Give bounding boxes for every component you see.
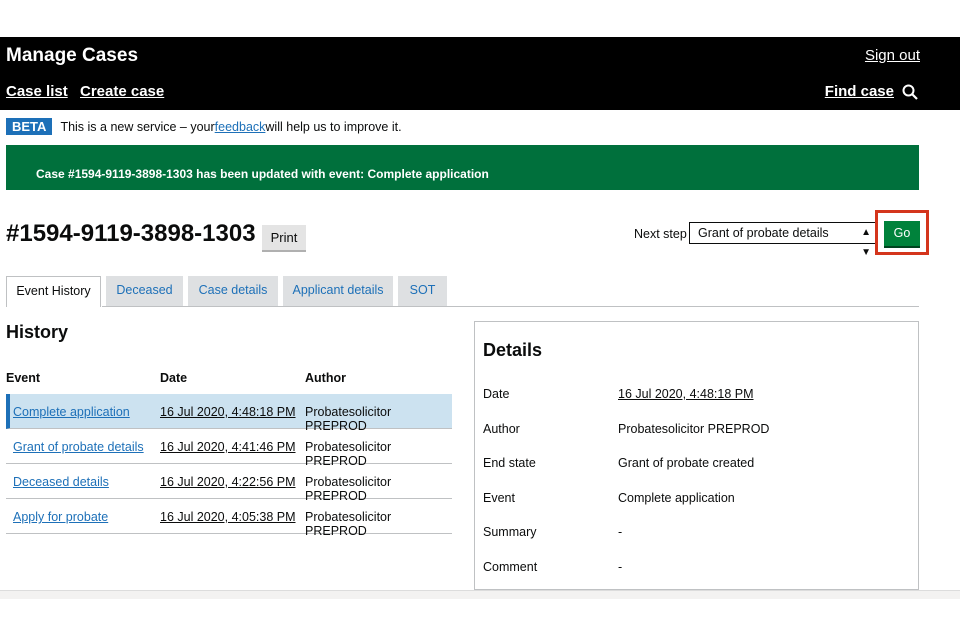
detail-value-summary: -	[618, 525, 623, 539]
next-step-label: Next step	[634, 227, 687, 241]
detail-label-summary: Summary	[483, 525, 537, 539]
print-button[interactable]: Print	[262, 225, 306, 252]
col-author: Author	[305, 371, 346, 385]
table-row[interactable]: Apply for probate 16 Jul 2020, 4:05:38 P…	[6, 499, 452, 538]
table-row[interactable]: Complete application 16 Jul 2020, 4:48:1…	[6, 394, 452, 433]
detail-value-end-state: Grant of probate created	[618, 456, 755, 470]
tabs-divider	[102, 306, 919, 307]
detail-label-event: Event	[483, 491, 515, 505]
detail-label-end-state: End state	[483, 456, 536, 470]
col-event: Event	[6, 371, 41, 385]
beta-banner: BETA This is a new service – your feedba…	[6, 118, 402, 135]
next-step-select[interactable]: Grant of probate details ▲ ▼	[689, 222, 876, 258]
tab-applicant-details[interactable]: Applicant details	[283, 276, 393, 306]
table-row[interactable]: Grant of probate details 16 Jul 2020, 4:…	[6, 429, 452, 468]
event-link[interactable]: Deceased details	[13, 475, 109, 489]
app-header: Manage Cases Sign out Case list Create c…	[0, 37, 960, 110]
nav-case-list[interactable]: Case list	[6, 83, 68, 100]
tab-deceased[interactable]: Deceased	[106, 276, 183, 306]
event-link[interactable]: Grant of probate details	[13, 440, 144, 454]
success-banner: Case #1594-9119-3898-1303 has been updat…	[6, 145, 919, 190]
detail-value-author: Probatesolicitor PREPROD	[618, 422, 770, 436]
details-title: Details	[483, 340, 543, 360]
nav-find-case[interactable]: Find case	[825, 83, 918, 100]
nav-create-case[interactable]: Create case	[80, 83, 164, 100]
event-author: Probatesolicitor PREPROD	[305, 510, 392, 538]
search-icon	[902, 84, 918, 100]
go-button[interactable]: Go	[884, 221, 920, 248]
event-date: 16 Jul 2020, 4:05:38 PM	[160, 510, 296, 524]
case-title: #1594-9119-3898-1303	[6, 220, 256, 247]
beta-text-before: This is a new service – your	[60, 119, 215, 134]
tab-event-history[interactable]: Event History	[6, 276, 101, 307]
detail-value-event: Complete application	[618, 491, 735, 505]
success-message: Case #1594-9119-3898-1303 has been updat…	[36, 167, 489, 181]
event-link[interactable]: Complete application	[13, 405, 130, 419]
history-title: History	[6, 322, 69, 342]
find-case-label: Find case	[824, 83, 894, 100]
event-link[interactable]: Apply for probate	[13, 510, 108, 524]
event-date: 16 Jul 2020, 4:48:18 PM	[160, 405, 296, 419]
event-date: 16 Jul 2020, 4:22:56 PM	[160, 475, 296, 489]
event-date: 16 Jul 2020, 4:41:46 PM	[160, 440, 296, 454]
details-panel: Details Date 16 Jul 2020, 4:48:18 PM Aut…	[474, 321, 919, 590]
detail-label-date: Date	[483, 387, 510, 401]
detail-label-comment: Comment	[483, 560, 538, 574]
feedback-link[interactable]: feedback	[215, 120, 266, 134]
table-row[interactable]: Deceased details 16 Jul 2020, 4:22:56 PM…	[6, 464, 452, 503]
app-title: Manage Cases	[6, 45, 139, 66]
detail-value-date: 16 Jul 2020, 4:48:18 PM	[618, 387, 754, 401]
next-step-selected: Grant of probate details	[698, 226, 829, 240]
sign-out-link[interactable]: Sign out	[865, 47, 920, 64]
detail-label-author: Author	[483, 422, 520, 436]
page-bottom-divider	[0, 590, 960, 599]
beta-text-after: will help us to improve it.	[265, 119, 402, 134]
tab-case-details[interactable]: Case details	[188, 276, 278, 306]
col-date: Date	[160, 371, 188, 385]
detail-value-comment: -	[618, 560, 623, 574]
beta-tag: BETA	[6, 118, 53, 135]
select-arrows-icon: ▲ ▼	[861, 227, 871, 258]
tab-sot[interactable]: SOT	[398, 276, 447, 306]
